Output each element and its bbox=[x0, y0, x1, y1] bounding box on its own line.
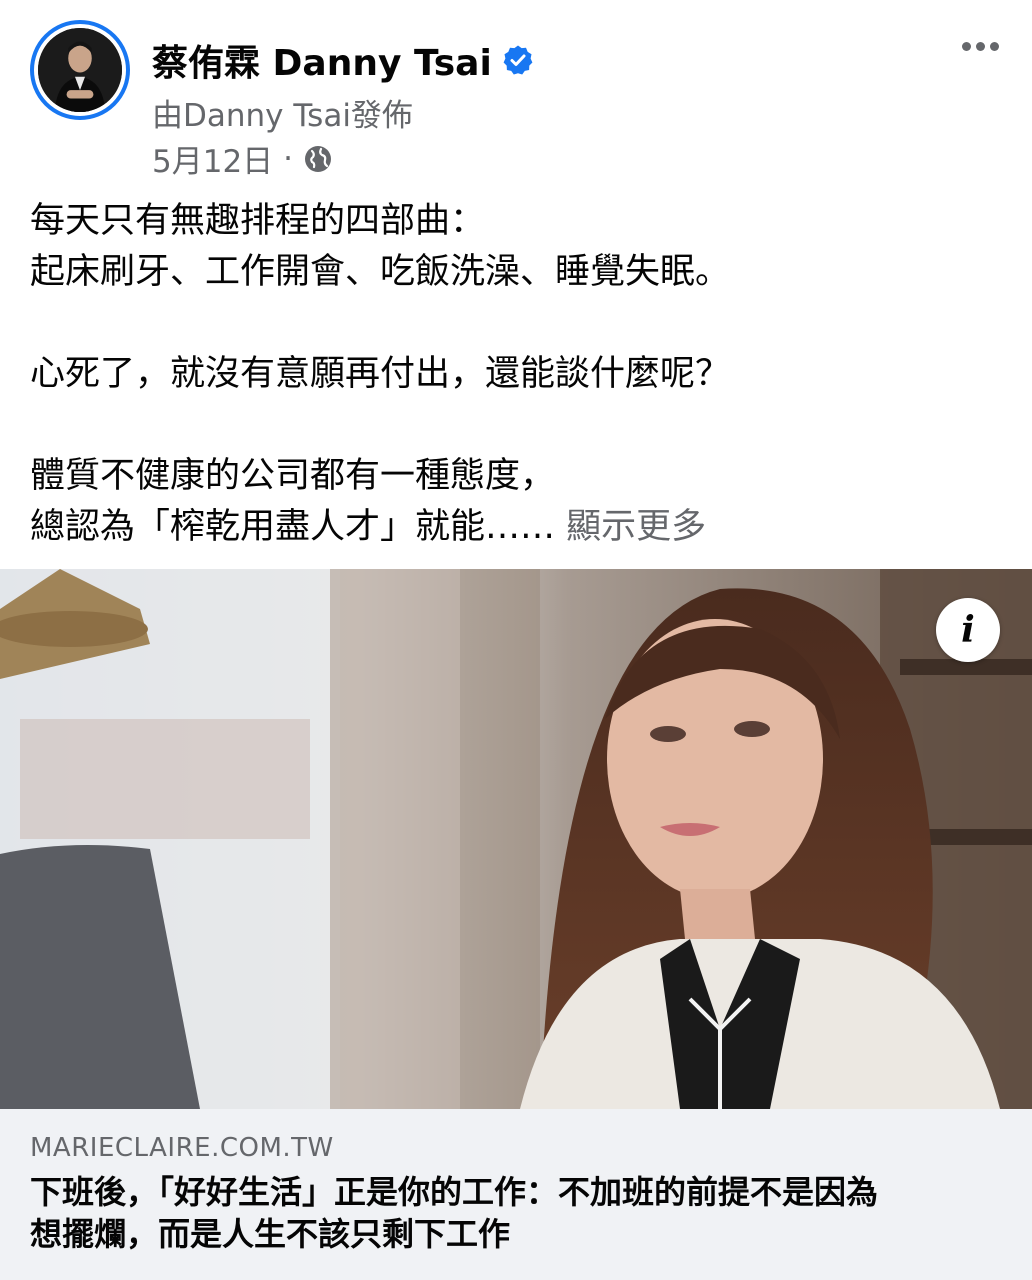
article-photo bbox=[0, 569, 1032, 1109]
post-message: 每天只有無趣排程的四部曲： 起床刷牙、工作開會、吃飯洗澡、睡覺失眠。 心死了，就… bbox=[30, 196, 1010, 553]
post-date[interactable]: 5月12日 bbox=[152, 136, 273, 181]
info-icon[interactable]: i bbox=[936, 598, 1000, 662]
link-title-line: 下班後，「好好生活」正是你的工作：不加班的前提不是因為 bbox=[30, 1173, 879, 1211]
see-more-link[interactable]: 顯示更多 bbox=[566, 507, 706, 547]
message-line: 每天只有無趣排程的四部曲： bbox=[30, 201, 486, 241]
post-meta: 5月12日 · bbox=[152, 136, 333, 181]
more-dot bbox=[961, 41, 971, 51]
post-header: 蔡侑霖 Danny Tsai 由Danny Tsai發佈 5月12日 · bbox=[0, 0, 1032, 190]
author-name[interactable]: 蔡侑霖 Danny Tsai bbox=[152, 34, 492, 86]
message-line: 起床刷牙、工作開會、吃飯洗澡、睡覺失眠。 bbox=[30, 252, 731, 292]
author-name-row: 蔡侑霖 Danny Tsai bbox=[152, 34, 534, 86]
message-line: 心死了，就沒有意願再付出，還能談什麼呢？ bbox=[30, 354, 731, 394]
globe-icon[interactable] bbox=[303, 144, 333, 174]
link-preview-card[interactable]: MARIECLAIRE.COM.TW 下班後，「好好生活」正是你的工作：不加班的… bbox=[0, 1109, 1032, 1280]
verified-badge-icon bbox=[503, 45, 533, 75]
more-options-icon[interactable] bbox=[958, 26, 1002, 66]
more-dot bbox=[989, 41, 999, 51]
avatar-image bbox=[38, 28, 122, 112]
link-title: 下班後，「好好生活」正是你的工作：不加班的前提不是因為 想擺爛，而是人生不該只剩… bbox=[30, 1171, 1002, 1255]
more-dot bbox=[975, 41, 985, 51]
avatar-illustration bbox=[38, 28, 122, 112]
meta-separator: · bbox=[283, 140, 294, 177]
link-title-line: 想擺爛，而是人生不該只剩下工作 bbox=[30, 1215, 511, 1253]
message-line: 體質不健康的公司都有一種態度， bbox=[30, 456, 556, 496]
link-preview-image[interactable] bbox=[0, 569, 1032, 1109]
author-avatar[interactable] bbox=[30, 20, 130, 120]
message-line-text: 總認為「榨乾用盡人才」就能…… bbox=[30, 507, 556, 547]
message-line-last: 總認為「榨乾用盡人才」就能…… 顯示更多 bbox=[30, 502, 1010, 553]
link-domain: MARIECLAIRE.COM.TW bbox=[30, 1133, 334, 1163]
post-byline: 由Danny Tsai發佈 bbox=[152, 98, 413, 134]
